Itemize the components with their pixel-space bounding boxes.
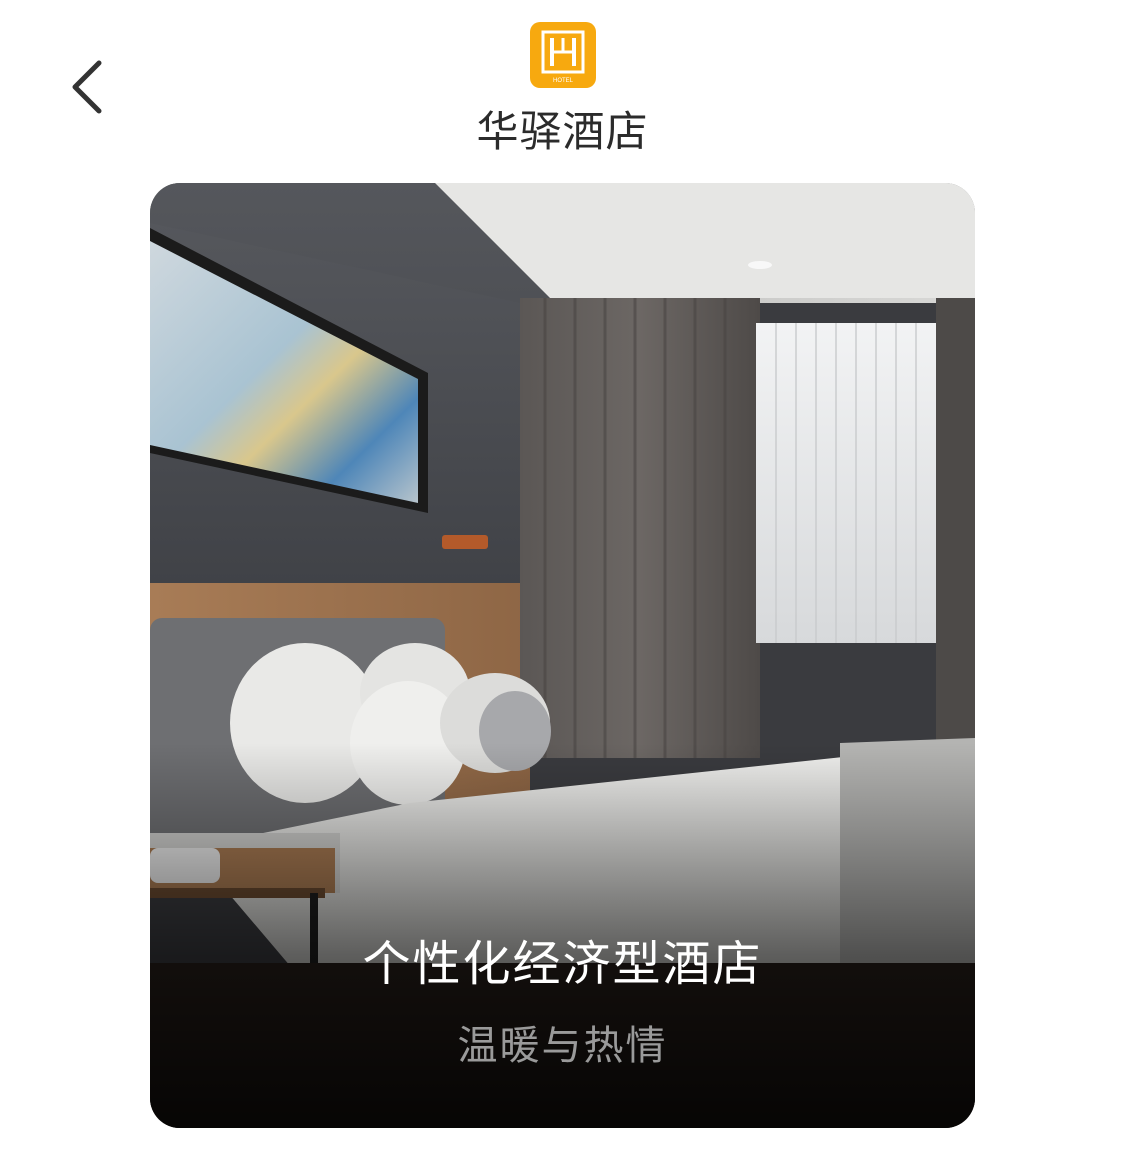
hero-subtitle: 温暖与热情: [457, 1023, 668, 1069]
page: HOTEL 华驿酒店 个性化经济型酒店 温暖与热情: [0, 0, 1125, 1170]
hotel-logo: HOTEL: [530, 22, 596, 88]
hero-card[interactable]: 个性化经济型酒店 温暖与热情: [150, 183, 975, 1128]
logo-text: HOTEL: [553, 78, 574, 84]
brand-title: 华驿酒店: [476, 107, 649, 156]
hotel-logo-icon: HOTEL: [541, 30, 585, 84]
hero-title: 个性化经济型酒店: [362, 936, 763, 992]
